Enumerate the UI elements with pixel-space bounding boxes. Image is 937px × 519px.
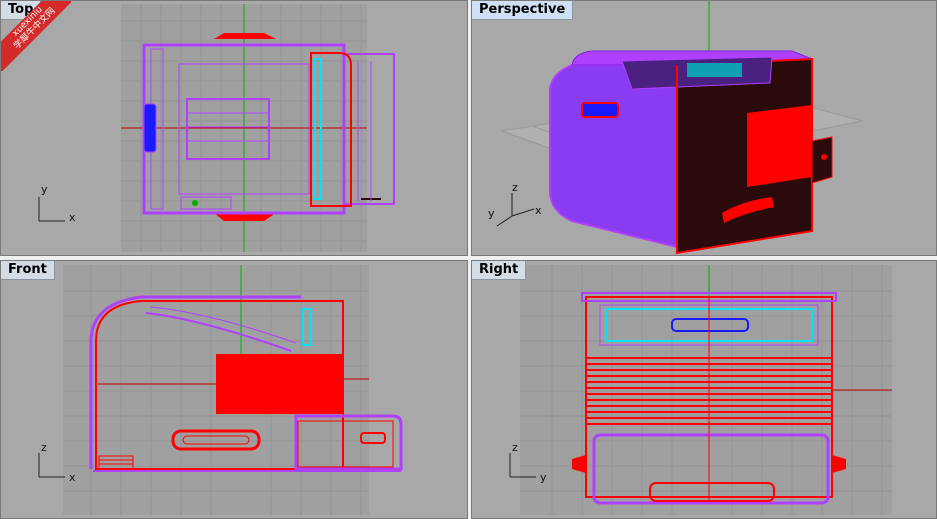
- front-view-canvas: z x: [38, 265, 403, 515]
- viewport-title-right[interactable]: Right: [472, 261, 527, 280]
- viewport-front[interactable]: z x Front: [0, 260, 468, 519]
- viewport-title-perspective[interactable]: Perspective: [472, 1, 574, 20]
- viewport-title-front[interactable]: Front: [1, 261, 55, 280]
- perspective-view-canvas: z y x: [488, 1, 863, 255]
- svg-text:z: z: [512, 181, 518, 194]
- svg-text:x: x: [535, 204, 542, 217]
- svg-text:y: y: [488, 207, 495, 220]
- svg-text:x: x: [69, 471, 76, 484]
- svg-text:y: y: [41, 183, 48, 196]
- right-view-canvas: z y: [509, 265, 892, 515]
- top-view-canvas: y x: [38, 4, 395, 252]
- viewport-top[interactable]: y x Top xuexiniu 学犀牛中文网: [0, 0, 468, 256]
- svg-text:z: z: [41, 441, 47, 454]
- svg-text:x: x: [69, 211, 76, 224]
- viewport-right[interactable]: z y Right: [471, 260, 937, 519]
- watermark-logo: xuexiniu 学犀牛中文网: [1, 1, 71, 71]
- svg-text:y: y: [540, 471, 547, 484]
- viewport-perspective[interactable]: z y x Perspective: [471, 0, 937, 256]
- svg-text:z: z: [512, 441, 518, 454]
